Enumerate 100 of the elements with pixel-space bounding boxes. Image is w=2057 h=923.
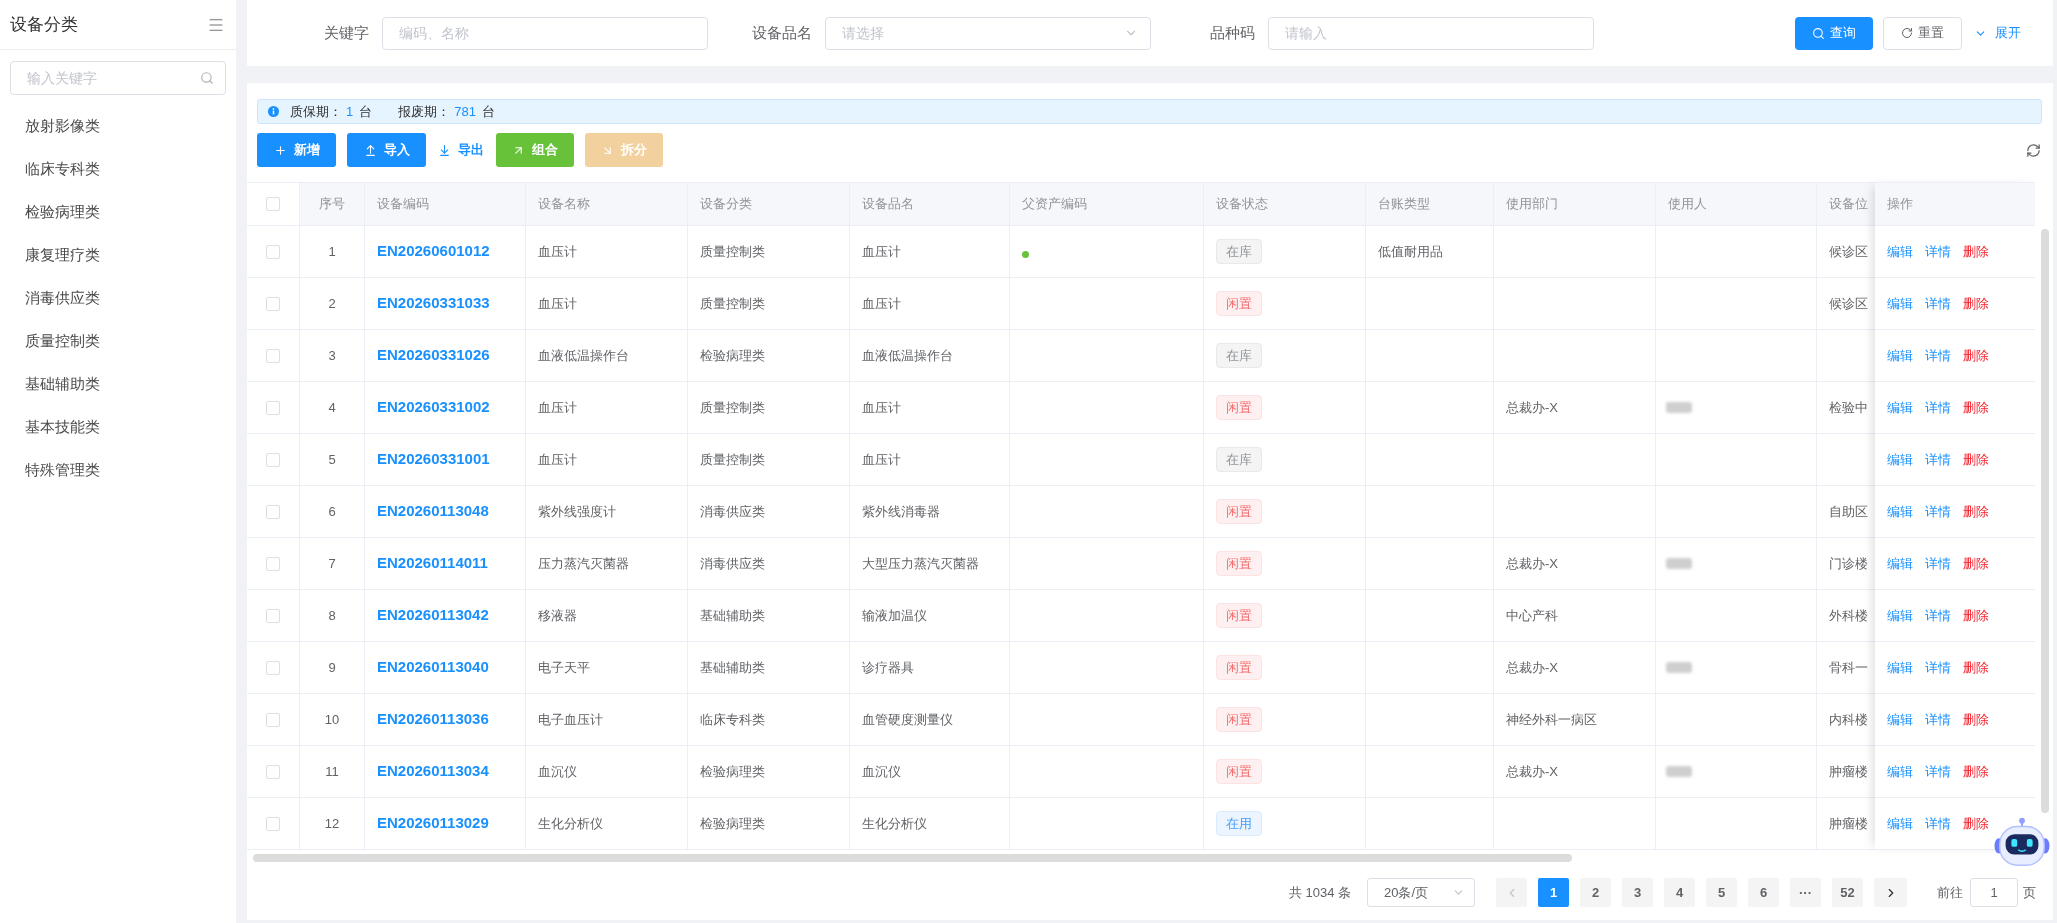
delete-link[interactable]: 删除 (1963, 761, 1989, 782)
page-button[interactable]: 2 (1580, 878, 1611, 907)
page-button[interactable]: 3 (1622, 878, 1653, 907)
delete-link[interactable]: 删除 (1963, 553, 1989, 574)
checkbox[interactable] (266, 400, 280, 415)
checkbox[interactable] (266, 296, 280, 311)
robot-assistant-icon[interactable] (1994, 816, 2050, 868)
sidebar-item[interactable]: 检验病理类 (0, 191, 236, 234)
product-name: 输液加温仪 (862, 606, 927, 625)
expand-button[interactable]: 展开 (1974, 16, 2021, 50)
checkbox[interactable] (266, 712, 280, 727)
text-input-field[interactable]: 请输入 (1268, 16, 1594, 50)
import-button[interactable]: 导入 (347, 133, 426, 167)
edit-link[interactable]: 编辑 (1887, 449, 1913, 470)
add-button[interactable]: 新增 (257, 133, 336, 167)
detail-link[interactable]: 详情 (1925, 761, 1951, 782)
device-code-link[interactable]: EN20260113048 (377, 500, 489, 523)
delete-link[interactable]: 删除 (1963, 345, 1989, 366)
combine-button[interactable]: 组合 (496, 133, 574, 167)
page-number-input[interactable]: 1 (1970, 878, 2018, 907)
checkbox[interactable] (266, 197, 280, 211)
page-size-select[interactable]: 20条/页 (1367, 878, 1475, 907)
edit-link[interactable]: 编辑 (1887, 709, 1913, 730)
detail-link[interactable]: 详情 (1925, 241, 1951, 262)
device-code-link[interactable]: EN20260331026 (377, 344, 490, 367)
detail-link[interactable]: 详情 (1925, 605, 1951, 626)
column-header: 设备分类 (700, 195, 752, 214)
edit-link[interactable]: 编辑 (1887, 345, 1913, 366)
page-button[interactable]: ··· (1790, 878, 1821, 907)
reset-button[interactable]: 重置 (1883, 16, 1962, 50)
detail-link[interactable]: 详情 (1925, 813, 1951, 834)
text-input-field[interactable]: 编码、名称 (382, 16, 708, 50)
horizontal-scrollbar[interactable] (253, 854, 1572, 862)
edit-link[interactable]: 编辑 (1887, 293, 1913, 314)
detail-link[interactable]: 详情 (1925, 397, 1951, 418)
detail-link[interactable]: 详情 (1925, 553, 1951, 574)
checkbox[interactable] (266, 348, 280, 363)
device-code-link[interactable]: EN20260113029 (377, 812, 489, 835)
sidebar-item[interactable]: 康复理疗类 (0, 234, 236, 277)
page-button[interactable]: 1 (1538, 878, 1569, 907)
device-code-link[interactable]: EN20260113040 (377, 656, 489, 679)
vertical-scrollbar[interactable] (2041, 229, 2049, 813)
edit-link[interactable]: 编辑 (1887, 553, 1913, 574)
checkbox[interactable] (266, 764, 280, 779)
checkbox[interactable] (266, 452, 280, 467)
refresh-icon[interactable] (2026, 142, 2041, 158)
detail-link[interactable]: 详情 (1925, 709, 1951, 730)
delete-link[interactable]: 删除 (1963, 293, 1989, 314)
device-code-link[interactable]: EN20260331033 (377, 292, 490, 315)
delete-link[interactable]: 删除 (1963, 501, 1989, 522)
export-button[interactable]: 导出 (437, 133, 485, 167)
page-button[interactable]: 4 (1664, 878, 1695, 907)
search-button[interactable]: 查询 (1795, 16, 1873, 50)
sidebar-item[interactable]: 特殊管理类 (0, 449, 236, 492)
delete-link[interactable]: 删除 (1963, 241, 1989, 262)
search-field[interactable]: 输入关键字 (10, 61, 226, 95)
checkbox[interactable] (266, 816, 280, 831)
device-code-link[interactable]: EN20260331001 (377, 448, 490, 471)
detail-link[interactable]: 详情 (1925, 449, 1951, 470)
sidebar-item[interactable]: 放射影像类 (0, 105, 236, 148)
checkbox[interactable] (266, 608, 280, 623)
delete-link[interactable]: 删除 (1963, 813, 1989, 834)
detail-link[interactable]: 详情 (1925, 345, 1951, 366)
sidebar-item[interactable]: 质量控制类 (0, 320, 236, 363)
department-name: 总裁办-X (1506, 398, 1558, 417)
detail-link[interactable]: 详情 (1925, 657, 1951, 678)
edit-link[interactable]: 编辑 (1887, 761, 1913, 782)
sidebar-item[interactable]: 基本技能类 (0, 406, 236, 449)
detail-link[interactable]: 详情 (1925, 293, 1951, 314)
delete-link[interactable]: 删除 (1963, 605, 1989, 626)
delete-link[interactable]: 删除 (1963, 709, 1989, 730)
checkbox[interactable] (266, 504, 280, 519)
edit-link[interactable]: 编辑 (1887, 813, 1913, 834)
sidebar-item[interactable]: 消毒供应类 (0, 277, 236, 320)
device-code-link[interactable]: EN20260331002 (377, 396, 490, 419)
sidebar-item[interactable]: 基础辅助类 (0, 363, 236, 406)
edit-link[interactable]: 编辑 (1887, 241, 1913, 262)
device-code-link[interactable]: EN20260113034 (377, 760, 489, 783)
edit-link[interactable]: 编辑 (1887, 657, 1913, 678)
sidebar-item[interactable]: 临床专科类 (0, 148, 236, 191)
edit-link[interactable]: 编辑 (1887, 501, 1913, 522)
device-code-link[interactable]: EN20260113042 (377, 604, 489, 627)
page-button[interactable]: 5 (1706, 878, 1737, 907)
select-field[interactable]: 请选择 (825, 16, 1151, 50)
page-button[interactable]: 6 (1748, 878, 1779, 907)
delete-link[interactable]: 删除 (1963, 397, 1989, 418)
detail-link[interactable]: 详情 (1925, 501, 1951, 522)
delete-link[interactable]: 删除 (1963, 657, 1989, 678)
checkbox[interactable] (266, 660, 280, 675)
edit-link[interactable]: 编辑 (1887, 397, 1913, 418)
page-button[interactable]: 52 (1832, 878, 1863, 907)
device-code-link[interactable]: EN20260113036 (377, 708, 489, 731)
device-code-link[interactable]: EN20260114011 (377, 552, 488, 575)
checkbox[interactable] (266, 244, 280, 259)
delete-link[interactable]: 删除 (1963, 449, 1989, 470)
search-icon[interactable] (200, 71, 214, 85)
next-page-button[interactable] (1874, 878, 1907, 907)
edit-link[interactable]: 编辑 (1887, 605, 1913, 626)
device-code-link[interactable]: EN20260601012 (377, 240, 490, 263)
checkbox[interactable] (266, 556, 280, 571)
